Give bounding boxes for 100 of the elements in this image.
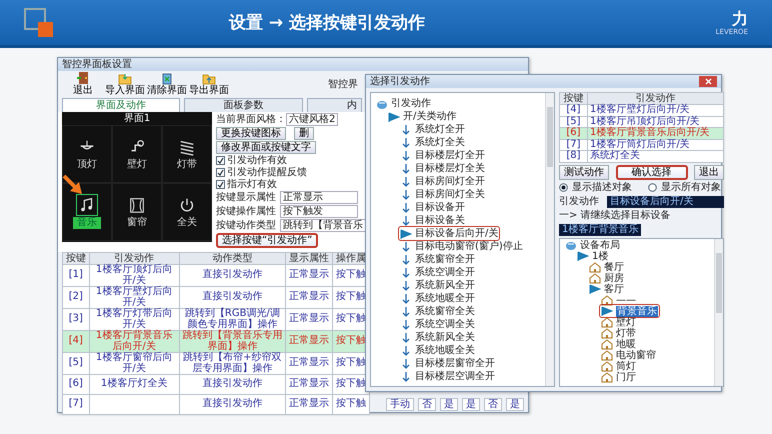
tree-item[interactable]: 开/关类动作 bbox=[386, 109, 458, 124]
table-cell: 直接引发动作 bbox=[179, 394, 286, 414]
tree-item[interactable]: 系统窗帘全开 bbox=[398, 252, 477, 267]
house-icon bbox=[601, 371, 613, 383]
table-cell: 跳转到【背景音乐专用界面】操作 bbox=[179, 330, 286, 352]
tree-item[interactable]: 目标楼层灯全关 bbox=[398, 161, 487, 176]
house-icon bbox=[589, 261, 601, 273]
tree-item[interactable]: 系统窗帘全关 bbox=[398, 304, 477, 319]
tree-item[interactable]: 系统地暖全关 bbox=[398, 343, 477, 358]
tree-item[interactable]: 目标设备开 bbox=[398, 200, 467, 215]
tree-item[interactable]: 系统地暖全开 bbox=[398, 291, 477, 306]
table-cell: 是 bbox=[440, 398, 458, 411]
tree-item[interactable]: 目标设备关 bbox=[398, 213, 467, 228]
tree-item[interactable]: 1楼 bbox=[575, 249, 610, 263]
toolbar-button[interactable]: 导出界面 bbox=[188, 71, 230, 98]
select-action-button[interactable]: 选择按键“引发动作” bbox=[216, 233, 318, 248]
tree-item[interactable]: 灯带 bbox=[599, 326, 638, 340]
tree-item[interactable]: 门厅 bbox=[599, 370, 638, 384]
down-arrow-icon bbox=[400, 318, 412, 330]
down-arrow-icon bbox=[400, 136, 412, 148]
key-label[interactable]: 全关 bbox=[173, 217, 201, 229]
tree-item[interactable]: 背景音乐 bbox=[599, 304, 660, 318]
tree-item[interactable]: 设备布局 bbox=[563, 238, 622, 252]
tree-item[interactable]: 筒灯 bbox=[599, 359, 638, 373]
tree-item[interactable]: 目标房间灯全开 bbox=[398, 174, 487, 189]
tree-item[interactable]: 目标电动窗帘(窗户)停止 bbox=[398, 239, 525, 254]
table-cell: [4] bbox=[62, 330, 90, 352]
tree-item[interactable]: 地暖 bbox=[599, 337, 638, 351]
table-cell: 正常显示 bbox=[286, 286, 333, 308]
column-header: 按键 bbox=[62, 252, 90, 264]
tree-item[interactable]: 系统新风全关 bbox=[398, 330, 477, 345]
music-note-icon[interactable] bbox=[77, 195, 97, 215]
tree-item[interactable]: 系统空调全关 bbox=[398, 317, 477, 332]
style-field[interactable]: 六键风格2 bbox=[286, 113, 338, 126]
down-arrow-icon bbox=[400, 214, 412, 226]
radio-button[interactable] bbox=[648, 183, 657, 192]
property-label: 按键操作属性 bbox=[216, 206, 276, 218]
tab[interactable]: 界面及动作 bbox=[62, 98, 180, 112]
table-cell: 1楼客厅筒灯后向开/关 bbox=[588, 139, 724, 150]
table-cell: [7] bbox=[560, 139, 588, 150]
checkbox[interactable] bbox=[216, 180, 225, 189]
property-field[interactable]: 按下触发 bbox=[280, 205, 358, 218]
toolbar-button[interactable]: 清除界面 bbox=[146, 71, 188, 98]
key-label[interactable]: 灯带 bbox=[173, 159, 201, 171]
dialog-button[interactable]: 退出 bbox=[694, 164, 724, 180]
field-label: 当前界面风格： bbox=[216, 114, 286, 126]
table-cell: 1楼客厅壁灯后向开/关 bbox=[89, 286, 180, 308]
scrollbar[interactable] bbox=[545, 93, 554, 386]
table-cell: 1楼客厅壁灯后向开/关 bbox=[588, 104, 724, 116]
curtain-icon[interactable] bbox=[127, 195, 147, 215]
tree-item[interactable]: 壁灯 bbox=[599, 315, 638, 329]
tab[interactable]: 内 bbox=[306, 98, 362, 112]
tree-item[interactable]: 餐厅 bbox=[587, 260, 626, 274]
dialog-button[interactable]: 确认选择 bbox=[616, 164, 688, 180]
tree-item[interactable]: 目标楼层空调全开 bbox=[398, 369, 497, 384]
property-field[interactable]: 跳转到【背景音乐 bbox=[280, 219, 366, 232]
tree-item[interactable]: 系统空调全开 bbox=[398, 265, 477, 280]
tab[interactable]: 面板参数 bbox=[184, 98, 303, 112]
tree-item[interactable]: 系统灯全关 bbox=[398, 135, 467, 150]
tree-item[interactable]: 系统新风全开 bbox=[398, 278, 477, 293]
down-arrow-icon bbox=[400, 188, 412, 200]
toolbar-button[interactable]: 导入界面 bbox=[104, 71, 146, 98]
tree-item[interactable]: 目标楼层窗帘全开 bbox=[398, 356, 497, 371]
down-arrow-icon bbox=[400, 292, 412, 304]
tree-item[interactable]: 电动窗帘 bbox=[599, 348, 658, 362]
table-cell: [6] bbox=[560, 128, 588, 139]
close-button[interactable] bbox=[699, 76, 717, 87]
tree-item[interactable]: 目标设备后向开/关 bbox=[398, 226, 500, 241]
delete-button[interactable]: 删 bbox=[294, 127, 314, 140]
tree-item[interactable]: 目标楼层灯全开 bbox=[398, 148, 487, 163]
down-arrow-icon bbox=[400, 344, 412, 356]
property-field[interactable]: 正常显示 bbox=[280, 191, 358, 204]
table-cell: 是 bbox=[506, 398, 524, 411]
table-cell: 正常显示 bbox=[286, 264, 333, 286]
tree-item[interactable]: 系统灯全开 bbox=[398, 122, 467, 137]
key-label[interactable]: 顶灯 bbox=[73, 159, 101, 171]
tree-item[interactable]: 客厅 bbox=[587, 282, 626, 296]
table-cell: 正常显示 bbox=[286, 352, 333, 374]
table-cell: 1楼客厅灯全关 bbox=[89, 374, 180, 394]
action-field[interactable]: 目标设备后向开/关 bbox=[607, 196, 724, 208]
target-field[interactable]: 1楼客厅背景音乐 bbox=[559, 224, 642, 236]
property-label: 按键显示属性 bbox=[216, 192, 276, 204]
checkbox[interactable] bbox=[216, 168, 225, 177]
toolbar-button[interactable]: 退出 bbox=[62, 71, 104, 98]
table-cell: 正常显示 bbox=[286, 394, 333, 414]
edit-text-button[interactable]: 修改界面或按键文字 bbox=[216, 141, 316, 154]
key-label[interactable]: 壁灯 bbox=[123, 159, 151, 171]
scrollbar[interactable] bbox=[714, 238, 723, 386]
checkbox[interactable] bbox=[216, 156, 225, 165]
tree-item[interactable]: 引发动作 bbox=[374, 96, 433, 111]
dialog-button[interactable]: 测试动作 bbox=[559, 164, 609, 180]
tree-item[interactable]: 目标房间灯全关 bbox=[398, 187, 487, 202]
tree-item[interactable]: —— bbox=[599, 293, 638, 307]
table-cell: 直接引发动作 bbox=[179, 264, 286, 286]
key-label[interactable]: 窗帘 bbox=[123, 217, 151, 229]
change-icon-button[interactable]: 更换按键图标 bbox=[216, 127, 286, 140]
radio-button[interactable] bbox=[559, 183, 568, 192]
tree-item[interactable]: 厨房 bbox=[587, 271, 626, 285]
flag-icon bbox=[601, 305, 613, 317]
checkbox-label: 指示灯有效 bbox=[227, 179, 277, 190]
